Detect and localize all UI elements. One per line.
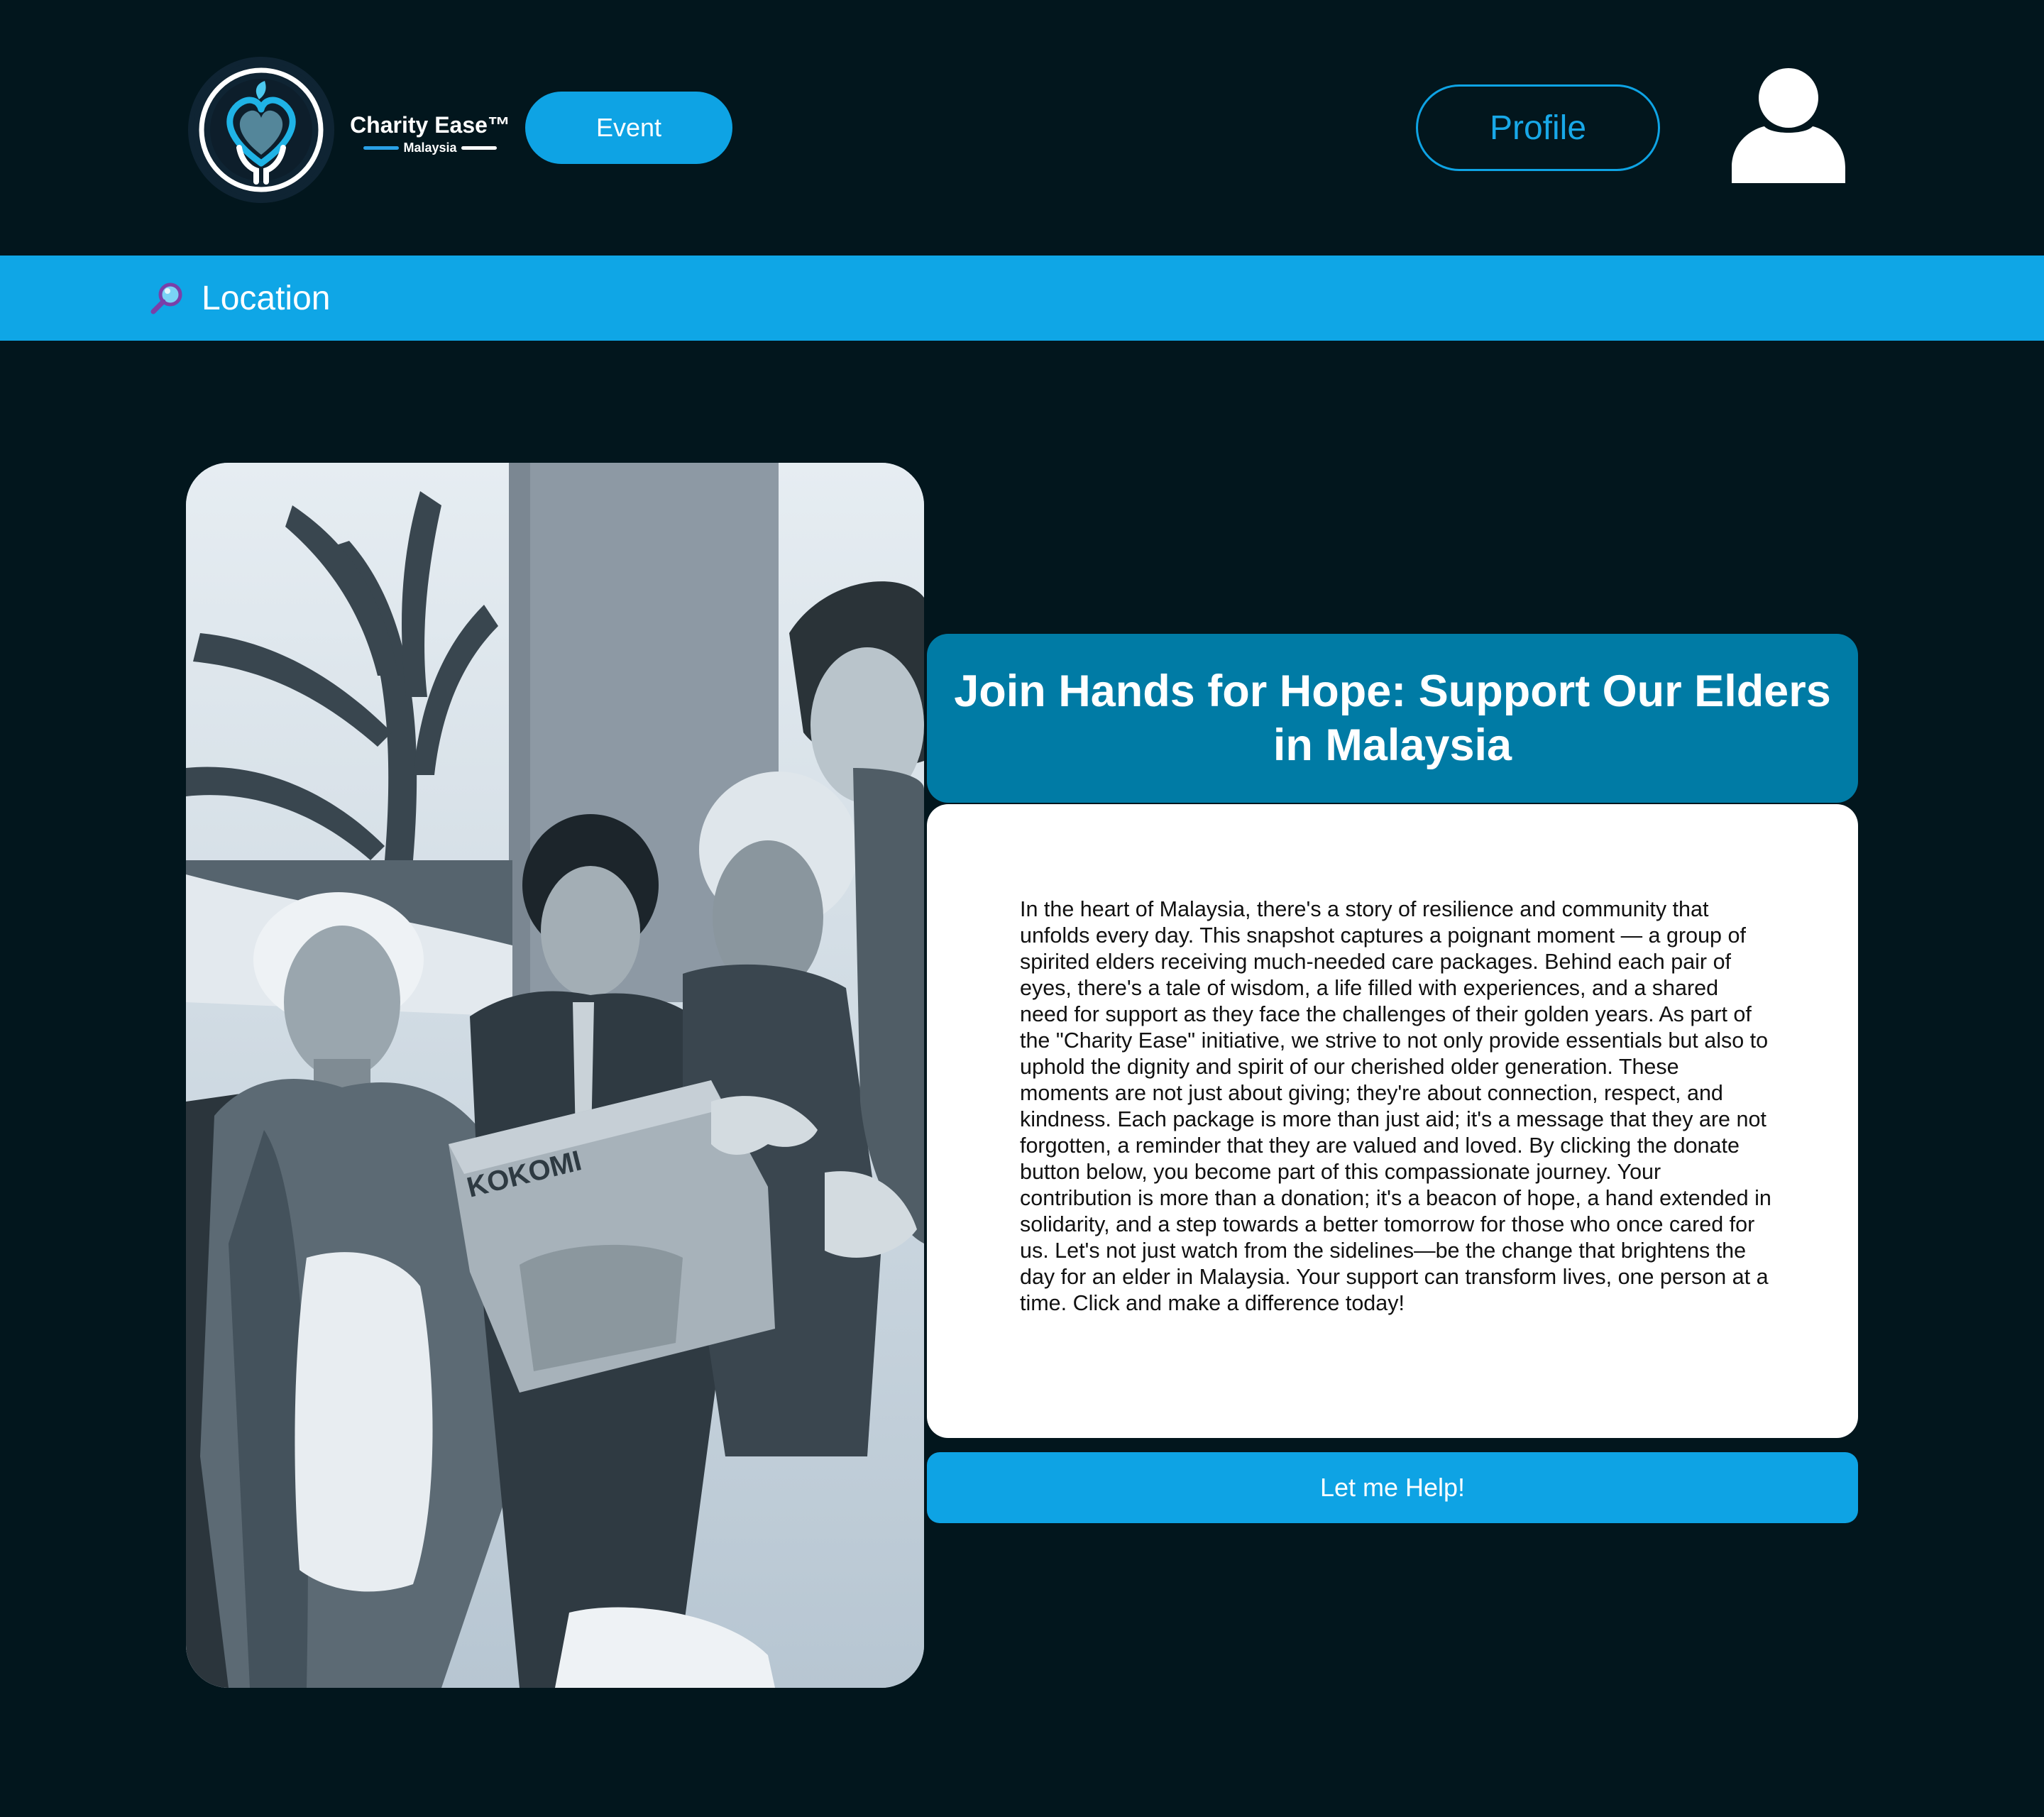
- brand-divider-right: [461, 146, 497, 150]
- brand-subtitle: Malaysia: [349, 141, 511, 155]
- search-icon: [150, 282, 182, 314]
- profile-button[interactable]: Profile: [1416, 84, 1660, 171]
- campaign-title: Join Hands for Hope: Support Our Elders …: [954, 666, 1831, 770]
- elders-receiving-care-packages-photo: KOKOMI: [186, 463, 924, 1688]
- user-icon[interactable]: [1732, 68, 1845, 183]
- brand: Charity Ease™ Malaysia: [349, 111, 511, 155]
- let-me-help-button[interactable]: Let me Help!: [927, 1452, 1858, 1523]
- location-bar: Location: [0, 256, 2044, 341]
- campaign-title-card: Join Hands for Hope: Support Our Elders …: [927, 634, 1858, 803]
- brand-country: Malaysia: [403, 141, 457, 155]
- event-button[interactable]: Event: [525, 92, 732, 164]
- campaign-description: In the heart of Malaysia, there's a stor…: [1020, 897, 1771, 1315]
- brand-name: Charity Ease™: [350, 112, 510, 138]
- location-label: Location: [202, 279, 331, 317]
- heart-hands-logo-icon[interactable]: [188, 57, 334, 203]
- top-nav: Charity Ease™ Malaysia Event Profile: [0, 0, 2044, 256]
- brand-divider-left: [363, 146, 400, 150]
- location-filter[interactable]: Location: [149, 275, 330, 321]
- campaign-description-card: In the heart of Malaysia, there's a stor…: [927, 804, 1858, 1438]
